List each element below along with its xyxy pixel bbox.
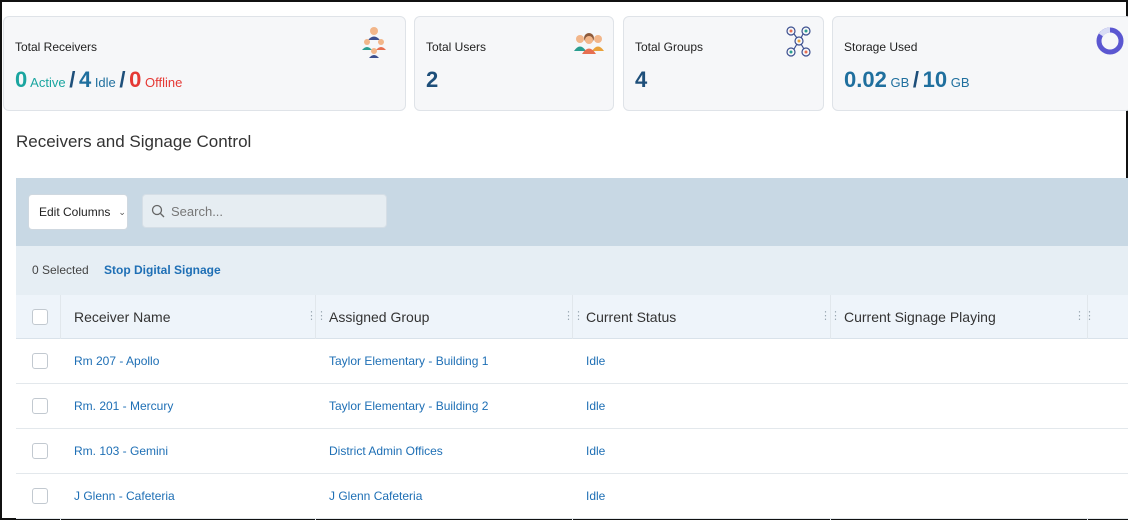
search-icon [151,204,165,218]
storage-used-value-wrap: 0.02 GB / 10 GB [844,67,970,93]
row-checkbox[interactable] [32,443,48,459]
storage-used-amount: 0.02 [844,67,887,92]
receivers-people-icon [362,27,386,58]
edit-columns-label: Edit Columns [39,205,111,219]
table-row[interactable]: Rm 207 - Apollo Taylor Elementary - Buil… [16,339,1128,384]
assigned-group-link[interactable]: J Glenn Cafeteria [329,489,422,503]
table-row[interactable]: Rm. 201 - Mercury Taylor Elementary - Bu… [16,384,1128,429]
separator: / [69,67,76,92]
assigned-group-link[interactable]: Taylor Elementary - Building 1 [329,354,488,368]
column-header-current-status[interactable]: Current Status [586,309,676,325]
total-users-title: Total Users [426,40,487,54]
assigned-group-link[interactable]: Taylor Elementary - Building 2 [329,399,488,413]
column-header-current-signage[interactable]: Current Signage Playing [844,309,996,325]
row-checkbox[interactable] [32,398,48,414]
users-group-icon [574,33,604,54]
stop-digital-signage-button[interactable]: Stop Digital Signage [104,263,221,277]
assigned-group-link[interactable]: District Admin Offices [329,444,443,458]
offline-label: Offline [145,75,183,90]
selection-bar: 0 Selected Stop Digital Signage [16,246,1128,295]
table-row[interactable]: Rm. 103 - Gemini District Admin Offices … [16,429,1128,474]
total-users-value-wrap: 2 [426,67,438,93]
storage-used-card: Storage Used 0.02 GB / 10 GB [832,16,1128,111]
status-value: Idle [586,354,606,368]
column-header-assigned-group[interactable]: Assigned Group [329,309,429,325]
total-groups-card: Total Groups 4 [623,16,824,111]
status-value: Idle [586,399,606,413]
total-groups-value: 4 [635,67,648,92]
search-box[interactable] [142,194,387,228]
table-toolbar: Edit Columns ⌄ [16,178,1128,246]
row-checkbox[interactable] [32,488,48,504]
total-groups-title: Total Groups [635,40,704,54]
column-resize-handle-icon[interactable]: ⋮⋮ [306,309,327,322]
storage-used-title: Storage Used [844,40,918,54]
separator: / [119,67,126,92]
receiver-name-link[interactable]: J Glenn - Cafeteria [74,489,175,503]
edit-columns-button[interactable]: Edit Columns ⌄ [28,194,128,230]
storage-total-amount: 10 [922,67,948,92]
column-header-receiver-name[interactable]: Receiver Name [74,309,170,325]
table-row[interactable]: J Glenn - Cafeteria J Glenn Cafeteria Id… [16,474,1128,519]
total-groups-value-wrap: 4 [635,67,647,93]
storage-used-unit: GB [890,75,910,90]
section-title: Receivers and Signage Control [16,132,252,151]
active-label: Active [30,75,66,90]
idle-label: Idle [94,75,116,90]
row-checkbox[interactable] [32,353,48,369]
receiver-name-link[interactable]: Rm 207 - Apollo [74,354,159,368]
total-users-value: 2 [426,67,439,92]
status-value: Idle [586,444,606,458]
select-all-checkbox[interactable] [32,309,48,325]
chevron-down-icon: ⌄ [118,206,126,217]
total-receivers-title: Total Receivers [15,40,98,54]
total-receivers-card: Total Receivers 0 Active / 4 Idle / 0 Of… [3,16,406,111]
active-count: 0 [15,67,28,92]
receivers-breakdown: 0 Active / 4 Idle / 0 Offline [15,67,182,93]
offline-count: 0 [129,67,142,92]
idle-count: 4 [78,67,92,92]
separator: / [912,67,919,92]
receiver-name-link[interactable]: Rm. 103 - Gemini [74,444,168,458]
storage-total-unit: GB [950,75,970,90]
column-resize-handle-icon[interactable]: ⋮⋮ [1074,309,1095,322]
status-value: Idle [586,489,606,503]
column-resize-handle-icon[interactable]: ⋮⋮ [563,309,584,322]
storage-donut-icon [1096,27,1124,55]
groups-network-icon [786,26,811,57]
search-input[interactable] [171,203,371,219]
receiver-name-link[interactable]: Rm. 201 - Mercury [74,399,173,413]
selected-count: 0 Selected [32,263,89,277]
total-users-card: Total Users 2 [414,16,614,111]
